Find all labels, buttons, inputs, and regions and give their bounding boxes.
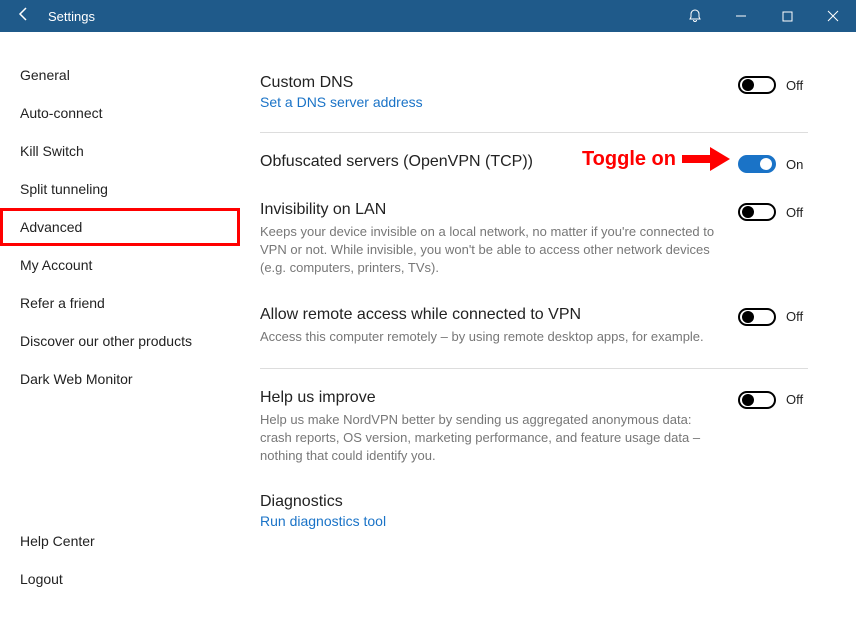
sidebar-item-split-tunneling[interactable]: Split tunneling	[0, 170, 240, 208]
sidebar-item-dark-web[interactable]: Dark Web Monitor	[0, 360, 240, 398]
section-invisibility: Invisibility on LAN Keeps your device in…	[260, 187, 808, 292]
diagnostics-link[interactable]: Run diagnostics tool	[260, 513, 808, 529]
section-diagnostics: Diagnostics Run diagnostics tool	[260, 479, 808, 543]
custom-dns-link[interactable]: Set a DNS server address	[260, 94, 726, 110]
window-title: Settings	[48, 9, 95, 24]
titlebar: Settings	[0, 0, 856, 32]
obfuscated-toggle[interactable]	[738, 155, 776, 173]
sidebar-item-general[interactable]: General	[0, 56, 240, 94]
invisibility-title: Invisibility on LAN	[260, 201, 726, 219]
improve-desc: Help us make NordVPN better by sending u…	[260, 411, 726, 466]
back-button[interactable]	[0, 6, 48, 27]
maximize-button[interactable]	[764, 0, 810, 32]
custom-dns-state: Off	[786, 78, 808, 93]
remote-desc: Access this computer remotely – by using…	[260, 328, 726, 346]
sidebar: General Auto-connect Kill Switch Split t…	[0, 32, 240, 618]
close-button[interactable]	[810, 0, 856, 32]
section-improve: Help us improve Help us make NordVPN bet…	[260, 375, 808, 480]
sidebar-item-kill-switch[interactable]: Kill Switch	[0, 132, 240, 170]
main: General Auto-connect Kill Switch Split t…	[0, 32, 856, 618]
improve-title: Help us improve	[260, 389, 726, 407]
custom-dns-toggle[interactable]	[738, 76, 776, 94]
custom-dns-title: Custom DNS	[260, 74, 726, 92]
section-remote: Allow remote access while connected to V…	[260, 292, 808, 369]
obfuscated-title: Obfuscated servers (OpenVPN (TCP))	[260, 153, 726, 171]
sidebar-item-discover[interactable]: Discover our other products	[0, 322, 240, 360]
obfuscated-state: On	[786, 157, 808, 172]
sidebar-item-help-center[interactable]: Help Center	[0, 522, 240, 560]
notification-icon[interactable]	[672, 0, 718, 32]
invisibility-desc: Keeps your device invisible on a local n…	[260, 223, 726, 278]
remote-state: Off	[786, 309, 808, 324]
remote-title: Allow remote access while connected to V…	[260, 306, 726, 324]
sidebar-item-advanced[interactable]: Advanced	[0, 208, 240, 246]
minimize-button[interactable]	[718, 0, 764, 32]
sidebar-item-logout[interactable]: Logout	[0, 560, 240, 598]
improve-toggle[interactable]	[738, 391, 776, 409]
improve-state: Off	[786, 392, 808, 407]
section-custom-dns: Custom DNS Set a DNS server address Off	[260, 60, 808, 133]
sidebar-item-auto-connect[interactable]: Auto-connect	[0, 94, 240, 132]
invisibility-toggle[interactable]	[738, 203, 776, 221]
invisibility-state: Off	[786, 205, 808, 220]
sidebar-item-refer[interactable]: Refer a friend	[0, 284, 240, 322]
remote-toggle[interactable]	[738, 308, 776, 326]
section-obfuscated: Obfuscated servers (OpenVPN (TCP)) On To…	[260, 139, 808, 187]
content: Custom DNS Set a DNS server address Off …	[240, 32, 856, 618]
diagnostics-title: Diagnostics	[260, 493, 808, 511]
sidebar-item-my-account[interactable]: My Account	[0, 246, 240, 284]
